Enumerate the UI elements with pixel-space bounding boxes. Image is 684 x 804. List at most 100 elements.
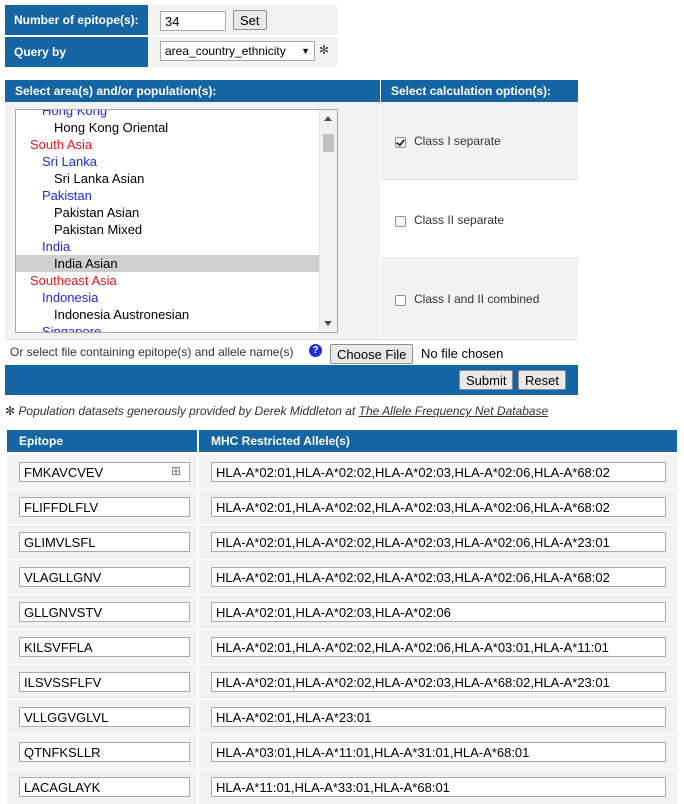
- calc-option-combined[interactable]: Class I and II combined: [381, 260, 578, 338]
- listbox-option[interactable]: Sri Lanka: [16, 153, 337, 170]
- allele-input[interactable]: [211, 637, 666, 657]
- calc-options-header: Select calculation option(s):: [381, 80, 578, 102]
- epitope-input[interactable]: [19, 672, 190, 692]
- table-row: [7, 490, 677, 524]
- num-epitopes-cell: Set: [148, 5, 338, 35]
- table-row: [7, 595, 677, 629]
- table-row: ⊞: [7, 455, 677, 489]
- epitope-input[interactable]: [19, 567, 190, 587]
- epitope-cell: [7, 490, 197, 524]
- epitope-input[interactable]: [19, 602, 190, 622]
- help-icon[interactable]: ?: [309, 344, 322, 357]
- num-epitopes-label: Number of epitope(s):: [5, 5, 148, 35]
- listbox-option[interactable]: Indonesia Austronesian: [16, 306, 337, 323]
- allele-input[interactable]: [211, 462, 666, 482]
- allele-input[interactable]: [211, 672, 666, 692]
- num-epitopes-input[interactable]: [160, 11, 226, 31]
- listbox-option[interactable]: Pakistan Mixed: [16, 221, 337, 238]
- autofill-icon[interactable]: ⊞: [171, 464, 181, 478]
- allele-input[interactable]: [211, 602, 666, 622]
- table-row: [7, 525, 677, 559]
- epitope-column-header: Epitope: [7, 430, 197, 452]
- query-by-label: Query by: [5, 37, 148, 67]
- allele-cell: [199, 735, 677, 769]
- allele-cell: [199, 455, 677, 489]
- calc-option-class1[interactable]: Class I separate: [381, 102, 578, 180]
- combined-label: Class I and II combined: [414, 292, 540, 306]
- query-by-value: area_country_ethnicity: [165, 44, 286, 58]
- selection-panel: Hong Kong Hong Kong Oriental South Asia Sri…: [5, 102, 380, 339]
- table-row: [7, 665, 677, 699]
- credit-note: ✻ Population datasets generously provide…: [5, 404, 548, 418]
- epitope-input[interactable]: [19, 497, 190, 517]
- listbox-option[interactable]: India: [16, 238, 337, 255]
- file-upload-row: Or select file containing epitope(s) and…: [5, 339, 578, 366]
- table-row: [7, 735, 677, 769]
- scroll-thumb[interactable]: [323, 134, 334, 152]
- allele-input[interactable]: [211, 777, 666, 797]
- chevron-down-icon: ▼: [301, 46, 310, 56]
- allele-cell: [199, 700, 677, 734]
- listbox-option[interactable]: Singapore: [16, 323, 337, 332]
- set-button[interactable]: Set: [233, 10, 267, 30]
- table-row: [7, 630, 677, 664]
- class2-label: Class II separate: [414, 213, 505, 227]
- epitope-cell: [7, 735, 197, 769]
- asterisk-note-icon: ✻: [319, 43, 330, 57]
- allele-cell: [199, 560, 677, 594]
- scroll-down-icon[interactable]: [324, 321, 332, 326]
- table-row: [7, 700, 677, 734]
- epitope-cell: [7, 595, 197, 629]
- calc-option-class2[interactable]: Class II separate: [381, 181, 578, 259]
- file-upload-label: Or select file containing epitope(s) and…: [10, 345, 294, 359]
- submit-button[interactable]: Submit: [459, 370, 514, 390]
- listbox-option[interactable]: Pakistan Asian: [16, 204, 337, 221]
- allele-input[interactable]: [211, 567, 666, 587]
- class2-checkbox[interactable]: [395, 216, 406, 227]
- calc-options-panel: Class I separate Class II separate Class…: [381, 102, 578, 339]
- listbox-option[interactable]: India Asian: [16, 255, 337, 272]
- epitope-cell: [7, 630, 197, 664]
- population-listbox[interactable]: Hong Kong Hong Kong Oriental South Asia Sri…: [15, 109, 338, 333]
- epitope-cell: [7, 525, 197, 559]
- listbox-option[interactable]: Hong Kong Oriental: [16, 119, 337, 136]
- scroll-up-icon[interactable]: [324, 116, 332, 121]
- epitope-cell: [7, 560, 197, 594]
- allele-cell: [199, 525, 677, 559]
- epitope-input[interactable]: [19, 777, 190, 797]
- class1-checkbox[interactable]: [395, 137, 406, 148]
- allele-input[interactable]: [211, 707, 666, 727]
- allele-input[interactable]: [211, 532, 666, 552]
- listbox-scrollbar[interactable]: [319, 110, 337, 332]
- allele-cell: [199, 595, 677, 629]
- combined-checkbox[interactable]: [395, 295, 406, 306]
- query-by-select[interactable]: area_country_ethnicity ▼: [160, 41, 315, 61]
- select-area-header: Select area(s) and/or population(s):: [5, 80, 380, 102]
- listbox-option[interactable]: Hong Kong: [16, 110, 337, 119]
- epitope-input[interactable]: [19, 637, 190, 657]
- allele-db-link[interactable]: The Allele Frequency Net Database: [359, 404, 549, 418]
- class1-label: Class I separate: [414, 134, 501, 148]
- listbox-option[interactable]: South Asia: [16, 136, 332, 153]
- reset-button[interactable]: Reset: [518, 370, 566, 390]
- allele-cell: [199, 630, 677, 664]
- mhc-column-header: MHC Restricted Allele(s): [199, 430, 677, 452]
- listbox-option[interactable]: Pakistan: [16, 187, 337, 204]
- file-status: No file chosen: [421, 346, 504, 361]
- allele-input[interactable]: [211, 742, 666, 762]
- listbox-option[interactable]: Southeast Asia: [16, 272, 332, 289]
- epitope-input[interactable]: [19, 462, 190, 482]
- epitope-input[interactable]: [19, 742, 190, 762]
- epitope-input[interactable]: [19, 707, 190, 727]
- epitope-input[interactable]: [19, 532, 190, 552]
- table-row: [7, 560, 677, 594]
- allele-cell: [199, 490, 677, 524]
- listbox-option[interactable]: Indonesia: [16, 289, 337, 306]
- allele-input[interactable]: [211, 497, 666, 517]
- query-by-cell: area_country_ethnicity ▼ ✻: [148, 37, 338, 67]
- allele-cell: [199, 665, 677, 699]
- credit-text: ✻ Population datasets generously provide…: [5, 404, 359, 418]
- listbox-option[interactable]: Sri Lanka Asian: [16, 170, 337, 187]
- choose-file-button[interactable]: Choose File: [330, 344, 414, 364]
- epitope-cell: ⊞: [7, 455, 197, 489]
